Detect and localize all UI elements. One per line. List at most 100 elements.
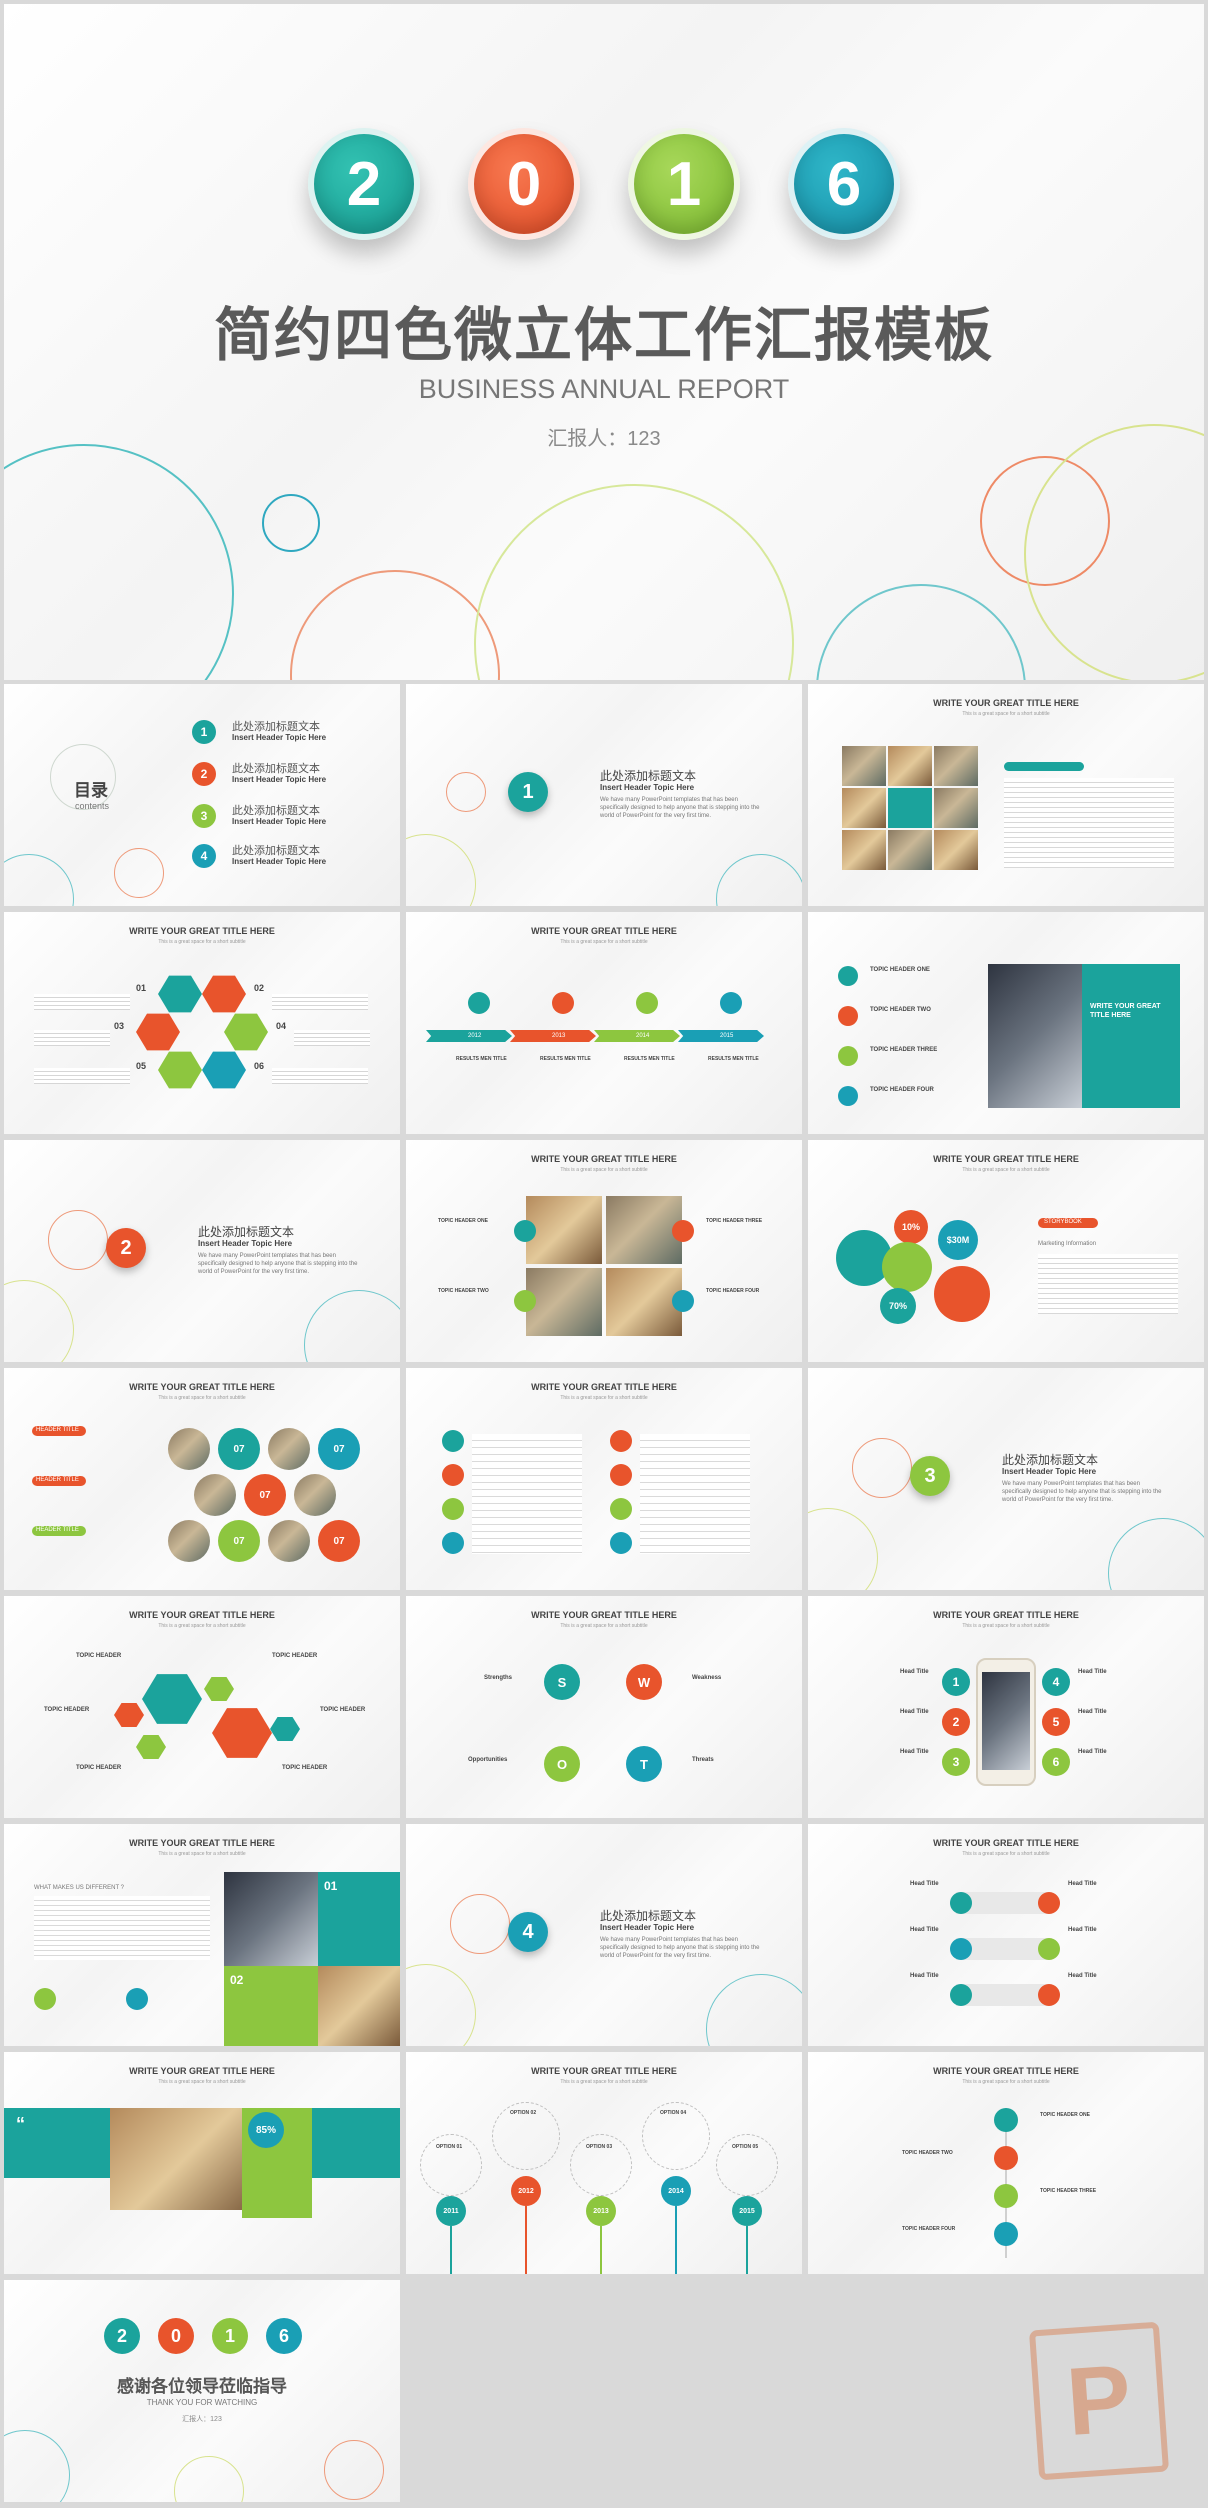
deco-ring (406, 834, 476, 906)
avatar (294, 1474, 336, 1516)
avatar (268, 1520, 310, 1562)
info-box-number: 01 (324, 1879, 338, 1893)
photo-grid-slide: WRITE YOUR GREAT TITLE HERE This is a gr… (406, 1140, 802, 1362)
timeline-year: 2014 (636, 1033, 650, 1039)
text-lines (472, 1434, 582, 1554)
hex-number: 06 (254, 1061, 265, 1071)
stats-slide: WRITE YOUR GREAT TITLE HERE This is a gr… (808, 1140, 1204, 1362)
deco-ring (816, 584, 1026, 680)
header-pill-text: HEADER TITLE (36, 1527, 79, 1533)
toc-item-en: Insert Header Topic Here (232, 857, 327, 866)
list-icon (610, 1498, 632, 1520)
deco-ring (4, 854, 74, 906)
slide-title: WRITE YOUR GREAT TITLE HERE (129, 2066, 275, 2076)
employee-count: 07 (318, 1428, 360, 1470)
text-lines (294, 1030, 370, 1046)
label-pill (1004, 762, 1084, 771)
photo (888, 746, 932, 786)
title-box-text: WRITE YOUR GREAT TITLE HERE (1090, 1003, 1161, 1020)
gallery-slide: WRITE YOUR GREAT TITLE HERE This is a gr… (808, 684, 1204, 906)
vertical-icon (994, 2184, 1018, 2208)
head-title: Head Title (1078, 1669, 1107, 1675)
option-label: OPTION 04 (660, 2110, 687, 2116)
head-icon (1038, 1938, 1060, 1960)
team-slide: WRITE YOUR GREAT TITLE HERE This is a gr… (4, 1368, 400, 1590)
hexagon (224, 1013, 268, 1051)
social-icon (34, 1988, 56, 2010)
phone-number: 4 (1042, 1668, 1070, 1696)
slide-title: WRITE YOUR GREAT TITLE HERE (531, 1382, 677, 1392)
option-label: OPTION 03 (586, 2144, 613, 2150)
slide-title: WRITE YOUR GREAT TITLE HERE (933, 2066, 1079, 2076)
option-stem (450, 2226, 452, 2274)
option-year: 2013 (586, 2196, 616, 2226)
topics-photo-slide: TOPIC HEADER ONE TOPIC HEADER TWO TOPIC … (808, 912, 1204, 1134)
topic-header: TOPIC HEADER (76, 1765, 122, 1771)
year-digit-ball: 1 (628, 128, 740, 240)
swot-slide: WRITE YOUR GREAT TITLE HERE This is a gr… (406, 1596, 802, 1818)
option-year: 2014 (661, 2176, 691, 2206)
slide-title: WRITE YOUR GREAT TITLE HERE (933, 1154, 1079, 1164)
head-icon (950, 1984, 972, 2006)
slide-title: WRITE YOUR GREAT TITLE HERE (531, 1154, 677, 1164)
timeline-label: RESULTS MEN TITLE (540, 1056, 591, 1062)
slide-subtitle: This is a great space for a short subtit… (158, 1395, 246, 1401)
topic-header: TOPIC HEADER (282, 1765, 328, 1771)
employee-count: 07 (218, 1520, 260, 1562)
option-label: OPTION 02 (510, 2110, 537, 2116)
deco-ring (450, 1894, 510, 1954)
employee-count: 07 (244, 1474, 286, 1516)
header-pill-text: HEADER TITLE (36, 1477, 79, 1483)
year-digit-ball: 2 (308, 128, 420, 240)
deco-ring (114, 848, 164, 898)
slide-subtitle: This is a great space for a short subtit… (560, 1395, 648, 1401)
topic-header: TOPIC HEADER FOUR (902, 2226, 956, 2232)
section-slide-3: 3 此处添加标题文本 Insert Header Topic Here We h… (808, 1368, 1204, 1590)
deco-ring (4, 444, 234, 680)
avatar (268, 1428, 310, 1470)
section-title-en: Insert Header Topic Here (600, 1923, 695, 1932)
slide-title: WRITE YOUR GREAT TITLE HERE (531, 926, 677, 936)
year-digit-ball: 1 (212, 2318, 248, 2354)
hexagon (202, 1051, 246, 1089)
list-icon (442, 1532, 464, 1554)
swot-letter: W (626, 1664, 662, 1700)
slide-subtitle: This is a great space for a short subtit… (962, 1623, 1050, 1629)
phone-slide: WRITE YOUR GREAT TITLE HERE This is a gr… (808, 1596, 1204, 1818)
hexagon-slide: WRITE YOUR GREAT TITLE HERE This is a gr… (4, 912, 400, 1134)
year-digit-ball: 0 (468, 128, 580, 240)
head-icon (1038, 1984, 1060, 2006)
slide-title: WRITE YOUR GREAT TITLE HERE (933, 698, 1079, 708)
ending-slide: 2 0 1 6 感谢各位领导莅临指导 THANK YOU FOR WATCHIN… (4, 2280, 400, 2502)
vertical-icon (994, 2108, 1018, 2132)
vertical-icon (994, 2146, 1018, 2170)
deco-ring (474, 484, 794, 680)
list-icon (610, 1464, 632, 1486)
phone-number: 2 (942, 1708, 970, 1736)
hexagon (212, 1708, 272, 1758)
timeline-icon (636, 992, 658, 1014)
year-digit-ball: 0 (158, 2318, 194, 2354)
section-slide-4: 4 此处添加标题文本 Insert Header Topic Here We h… (406, 1824, 802, 2046)
toc-num: 2 (192, 762, 216, 786)
hexagon (142, 1674, 202, 1724)
text-lines (272, 1068, 368, 1084)
topic-header: TOPIC HEADER TWO (902, 2150, 953, 2156)
slide-title: WRITE YOUR GREAT TITLE HERE (129, 1610, 275, 1620)
photo (606, 1268, 682, 1336)
cover-title: 简约四色微立体工作汇报模板 (213, 303, 994, 368)
stat-bubble (882, 1242, 932, 1292)
photo-icon (514, 1290, 536, 1312)
info-box-number: 02 (230, 1973, 244, 1987)
photo (842, 746, 886, 786)
topic-header: TOPIC HEADER THREE (706, 1218, 763, 1224)
swot-letter: S (544, 1664, 580, 1700)
topic-header: TOPIC HEADER THREE (870, 1047, 938, 1053)
text-lines (1004, 778, 1174, 868)
icon-list-slide: WRITE YOUR GREAT TITLE HERE This is a gr… (406, 1368, 802, 1590)
toc-item-en: Insert Header Topic Here (232, 775, 327, 784)
swot-label: Opportunities (468, 1757, 508, 1763)
stat-label: STORYBOOK (1044, 1219, 1082, 1225)
year-digit-ball: 6 (788, 128, 900, 240)
head-title: Head Title (1078, 1749, 1107, 1755)
